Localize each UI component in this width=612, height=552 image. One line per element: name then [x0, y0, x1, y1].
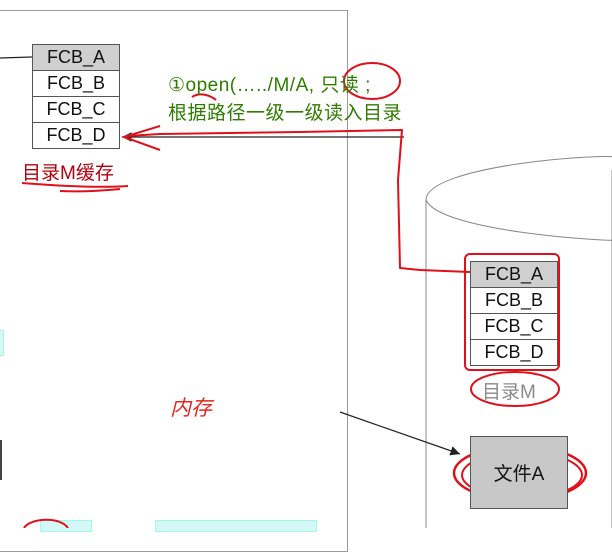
- file-a-label: 文件A: [493, 464, 545, 485]
- readonly-flag: 只读: [320, 75, 360, 96]
- memory-label: 内存: [170, 397, 212, 420]
- disk-dir-caption: 目录M: [482, 382, 536, 403]
- red-underline-cache-2: [59, 188, 121, 193]
- open-call-prefix: ①open(…../M/A,: [168, 75, 315, 96]
- disk-dir-table: FCB_A FCB_B FCB_C FCB_D: [470, 261, 558, 366]
- red-partial-oval: [23, 518, 69, 528]
- path-read-note: 根据路径一级一级读入目录: [168, 103, 403, 124]
- disk-fcb-b: FCB_B: [470, 287, 558, 314]
- memory-cache-caption: 目录M缓存: [22, 163, 114, 184]
- disk-fcb-a: FCB_A: [470, 261, 558, 288]
- mem-fcb-a: FCB_A: [32, 44, 120, 71]
- mem-fcb-d: FCB_D: [32, 122, 120, 149]
- open-call-suffix: ;: [365, 75, 371, 96]
- to-file-arrow: [339, 411, 461, 456]
- mem-fcb-c: FCB_C: [32, 96, 120, 123]
- mem-fcb-b: FCB_B: [32, 70, 120, 97]
- file-a-block: 文件A: [470, 436, 568, 509]
- red-load-path: [125, 129, 471, 273]
- disk-fcb-c: FCB_C: [470, 313, 558, 340]
- disk-fcb-d: FCB_D: [470, 339, 558, 366]
- red-arrowhead: [120, 125, 161, 151]
- memory-dir-cache-table: FCB_A FCB_B FCB_C FCB_D: [32, 44, 120, 149]
- open-call-note: ①open(…../M/A, 只读 ;: [168, 70, 371, 97]
- incoming-line: [0, 56, 33, 59]
